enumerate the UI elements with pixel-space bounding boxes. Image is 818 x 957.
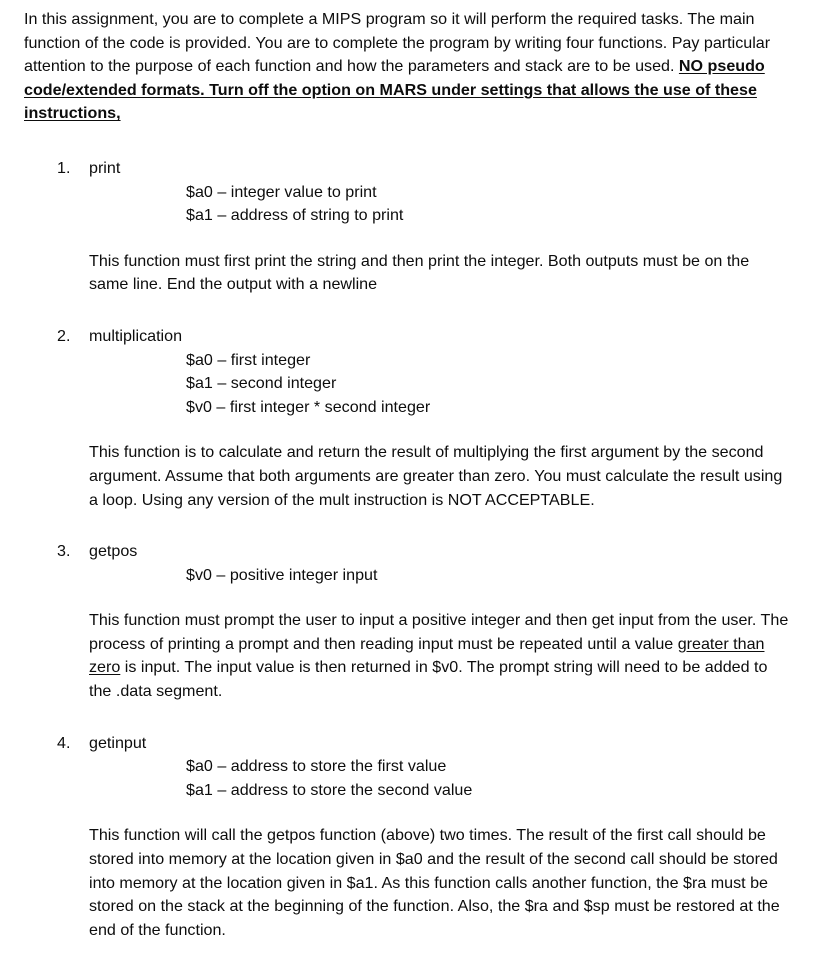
description-text-after: is input. The input value is then return…	[89, 658, 768, 701]
document-page: In this assignment, you are to complete …	[0, 0, 818, 957]
register-list: $a0 – first integer $a1 – second integer…	[89, 349, 790, 420]
list-item: 1. print $a0 – integer value to print $a…	[24, 157, 790, 297]
function-list: 1. print $a0 – integer value to print $a…	[24, 157, 790, 942]
description-text: This function must first print the strin…	[89, 251, 750, 294]
description-text: This function will call the getpos funct…	[89, 826, 780, 939]
register-list: $v0 – positive integer input	[89, 564, 790, 588]
list-item: 4. getinput $a0 – address to store the f…	[24, 732, 790, 943]
list-item: 2. multiplication $a0 – first integer $a…	[24, 325, 790, 512]
register-list: $a0 – address to store the first value $…	[89, 755, 790, 802]
list-item-marker: 1.	[57, 158, 71, 177]
intro-text: In this assignment, you are to complete …	[24, 10, 771, 76]
register-line: $a1 – address of string to print	[186, 206, 404, 225]
register-line: $a0 – integer value to print	[186, 182, 377, 201]
register-list: $a0 – integer value to print $a1 – addre…	[89, 181, 790, 228]
description-text: This function is to calculate and return…	[89, 443, 783, 509]
intro-paragraph: In this assignment, you are to complete …	[24, 8, 790, 126]
register-line: $a1 – second integer	[186, 374, 337, 393]
function-name: print	[89, 158, 121, 177]
function-description: This function is to calculate and return…	[89, 441, 791, 512]
function-name: multiplication	[89, 326, 183, 345]
register-line: $v0 – first integer * second integer	[186, 397, 431, 416]
list-item-marker: 3.	[57, 542, 71, 561]
function-description: This function will call the getpos funct…	[89, 824, 791, 942]
register-line: $v0 – positive integer input	[186, 565, 378, 584]
register-line: $a0 – address to store the first value	[186, 757, 447, 776]
function-name: getpos	[89, 542, 138, 561]
list-item: 3. getpos $v0 – positive integer input T…	[24, 540, 790, 704]
function-name: getinput	[89, 733, 147, 752]
function-description: This function must prompt the user to in…	[89, 609, 791, 703]
register-line: $a0 – first integer	[186, 350, 311, 369]
register-line: $a1 – address to store the second value	[186, 780, 473, 799]
list-item-marker: 2.	[57, 326, 71, 345]
function-description: This function must first print the strin…	[89, 250, 791, 297]
list-item-marker: 4.	[57, 733, 71, 752]
